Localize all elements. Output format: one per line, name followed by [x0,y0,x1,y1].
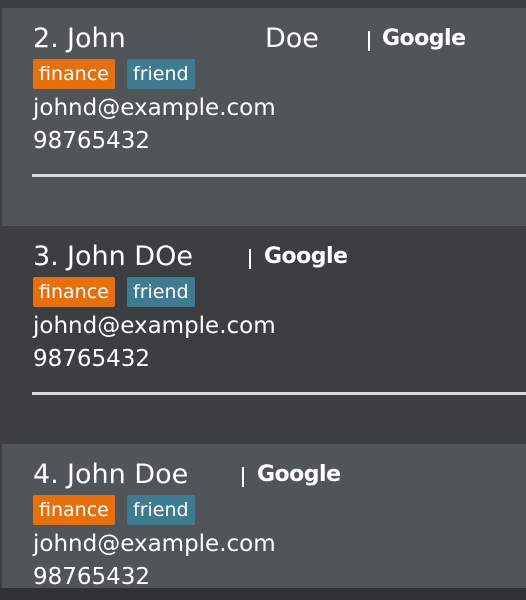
person-index: 3. [33,241,59,272]
person-email: johnd@example.com [33,95,276,121]
person-card[interactable]: 2. John Doe Google finance friend johnd@… [2,8,526,226]
person-organization: Google [264,244,348,269]
person-name-row: 2. John Doe Google [33,22,523,56]
name-org-divider [242,467,244,487]
person-index: 2. [33,23,59,54]
tag-finance: finance [33,495,115,525]
person-last-name: Doe [265,23,319,54]
name-org-divider [249,249,251,269]
person-email: johnd@example.com [33,313,276,339]
person-card[interactable]: 4. John Doe Google finance friend johnd@… [2,444,526,588]
person-first-name: John DOe [67,241,193,272]
person-index: 4. [33,459,59,490]
person-phone: 98765432 [33,564,151,588]
person-email: johnd@example.com [33,531,276,557]
person-phone: 98765432 [33,346,151,372]
tag-friend: friend [127,59,195,89]
person-list[interactable]: 2. John Doe Google finance friend johnd@… [0,8,526,588]
person-name-row: 4. John Doe Google [33,458,523,492]
person-organization: Google [257,462,341,487]
tag-finance: finance [33,277,115,307]
tag-finance: finance [33,59,115,89]
person-organization: Google [382,26,466,51]
tag-friend: friend [127,495,195,525]
tag-friend: friend [127,277,195,307]
person-phone: 98765432 [33,128,151,154]
card-separator [32,174,526,177]
person-first-name: John [67,23,126,54]
card-separator [32,392,526,395]
person-card[interactable]: 3. John DOe Google finance friend johnd@… [2,226,526,444]
list-bottom-edge [0,588,526,600]
name-org-divider [368,31,370,51]
person-name-row: 3. John DOe Google [33,240,523,274]
list-top-edge [0,0,526,8]
person-first-name: John Doe [67,459,189,490]
